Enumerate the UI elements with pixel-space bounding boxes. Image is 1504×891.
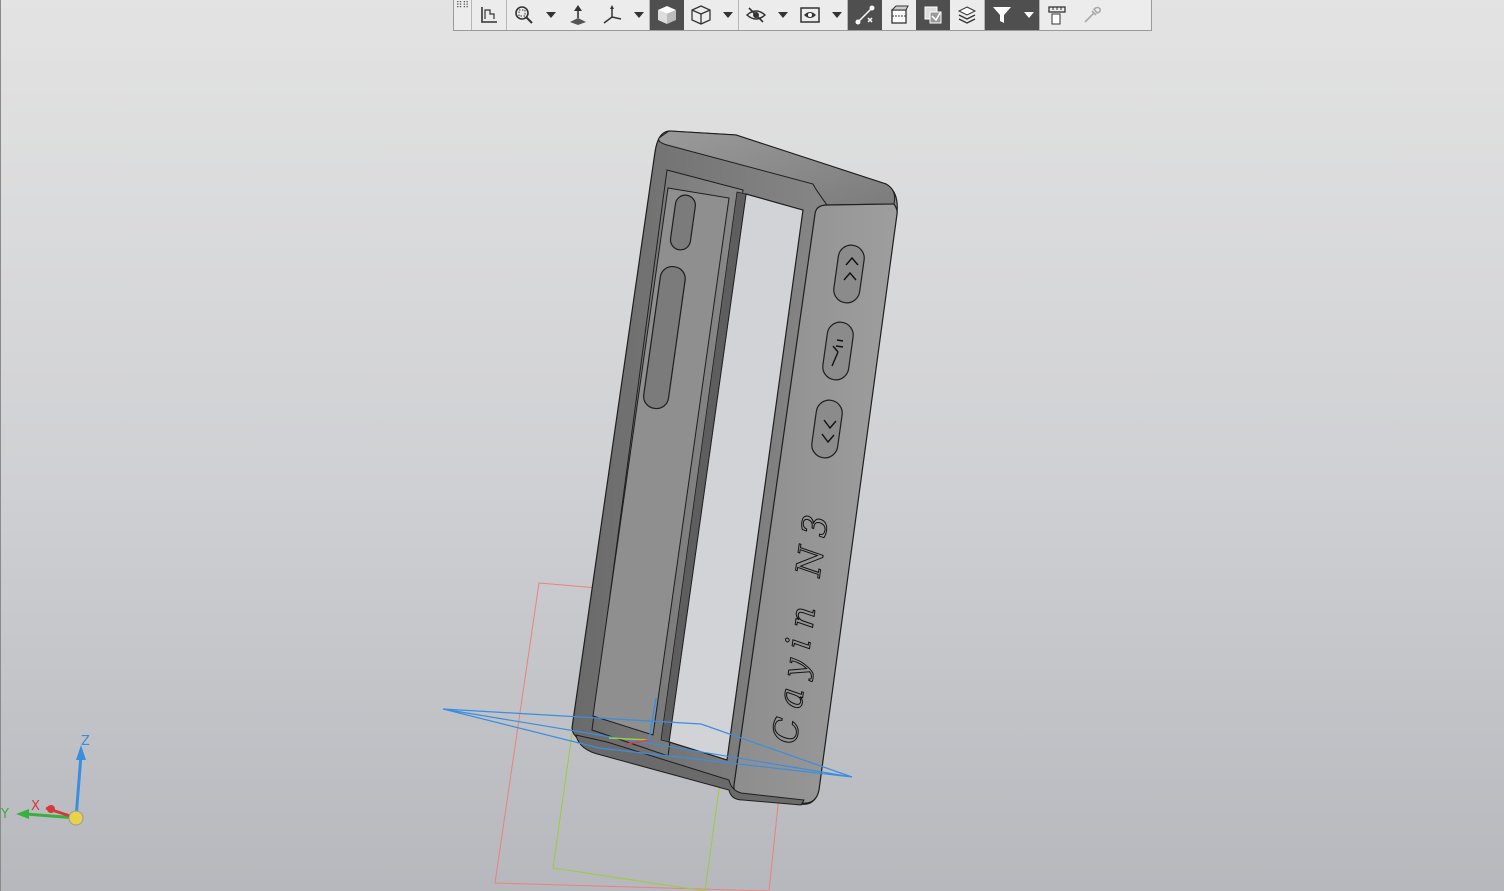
eyedropper-button[interactable] xyxy=(1074,0,1108,30)
toolbar-group-display xyxy=(650,0,739,30)
filter-dropdown[interactable] xyxy=(1019,0,1039,30)
chevron-down-icon xyxy=(778,12,788,18)
phone-case-model[interactable]: Cayin N3 xyxy=(571,130,898,806)
toolbar-group-visibility xyxy=(739,0,848,30)
measure-icon xyxy=(1048,6,1066,25)
section-view-icon xyxy=(890,5,909,24)
y-axis-label: Y xyxy=(1,807,9,822)
view-orientation-icon xyxy=(570,5,586,25)
hide-show-button[interactable] xyxy=(739,0,773,30)
toolbar-group-tools xyxy=(848,0,985,30)
hide-show-dropdown[interactable] xyxy=(773,0,793,30)
model-scene[interactable]: Cayin N3 xyxy=(1,0,1504,891)
shaded-button[interactable] xyxy=(650,0,684,30)
chevron-down-icon xyxy=(634,12,644,18)
3d-viewport[interactable]: Cayin N3 Z Y X ⠿⠿ xyxy=(0,0,1504,891)
wireframe-cube-icon xyxy=(691,5,711,25)
section-view-button[interactable] xyxy=(882,0,916,30)
wireframe-button[interactable] xyxy=(684,0,718,30)
snap-button[interactable] xyxy=(848,0,882,30)
x-axis-label: X xyxy=(31,799,40,814)
sketch-button[interactable] xyxy=(472,0,506,30)
display-style-dropdown[interactable] xyxy=(718,0,738,30)
chevron-down-icon xyxy=(723,12,733,18)
filter-icon xyxy=(993,7,1011,23)
toolbar-group-view xyxy=(507,0,650,30)
triad-view-button[interactable] xyxy=(595,0,629,30)
zoom-button[interactable] xyxy=(507,0,541,30)
chevron-down-icon xyxy=(546,12,556,18)
display-mode-dropdown[interactable] xyxy=(827,0,847,30)
chevron-down-icon xyxy=(832,12,842,18)
layers-icon xyxy=(924,6,942,24)
stack-button[interactable] xyxy=(950,0,984,30)
stack-icon xyxy=(957,6,977,24)
triad-view-icon xyxy=(603,5,622,24)
zoom-icon xyxy=(515,6,533,24)
triad-view-dropdown[interactable] xyxy=(629,0,649,30)
sketch-icon xyxy=(481,7,497,23)
display-mode-icon xyxy=(800,7,820,23)
orientation-button[interactable] xyxy=(561,0,595,30)
toolbar-grip[interactable]: ⠿⠿ xyxy=(454,0,472,30)
coordinate-triad: Z Y X xyxy=(1,734,90,826)
toolbar-group-misc xyxy=(1040,0,1108,30)
chevron-down-icon xyxy=(1024,12,1034,18)
layers-button[interactable] xyxy=(916,0,950,30)
display-mode-button[interactable] xyxy=(793,0,827,30)
measure-button[interactable] xyxy=(1040,0,1074,30)
eyedropper-icon xyxy=(1084,6,1101,23)
filter-button[interactable] xyxy=(985,0,1019,30)
view-toolbar: ⠿⠿ xyxy=(453,0,1152,31)
toolbar-group-filter xyxy=(985,0,1040,30)
z-axis-label: Z xyxy=(81,734,90,749)
shaded-cube-icon xyxy=(658,6,676,24)
toolbar-group-sketch xyxy=(472,0,507,30)
snap-icon xyxy=(855,5,875,25)
hide-show-icon xyxy=(745,7,767,23)
zoom-dropdown[interactable] xyxy=(541,0,561,30)
